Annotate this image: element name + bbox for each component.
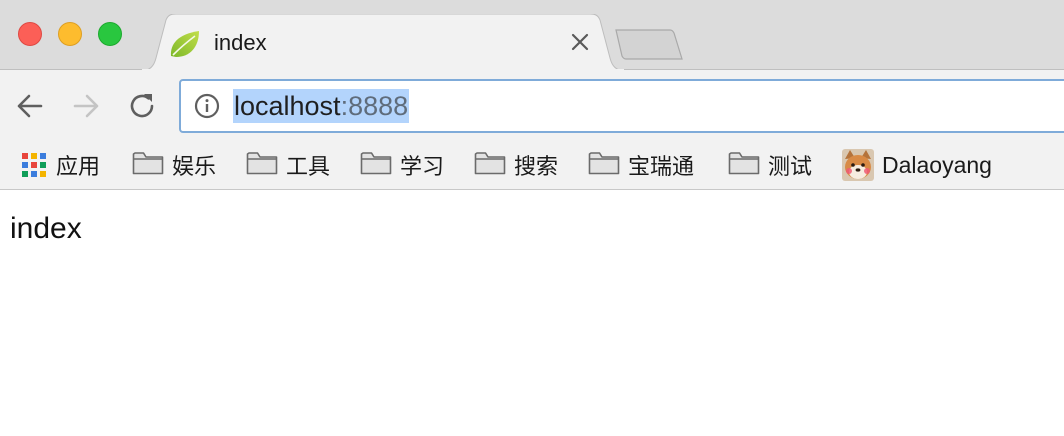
- bookmarks-bar: 应用 娱乐 工具 学习 搜索 宝瑞通 测试 Dalaoyang: [0, 142, 1064, 190]
- folder-icon: [588, 150, 620, 181]
- folder-icon: [474, 150, 506, 181]
- bookmark-label: 宝瑞通: [628, 155, 695, 180]
- bookmark-label: 工具: [286, 155, 331, 180]
- bookmark-folder-baoruitong[interactable]: 宝瑞通: [588, 147, 694, 183]
- url-text[interactable]: localhost:8888: [233, 89, 410, 123]
- window-close-button[interactable]: [18, 22, 42, 46]
- bookmark-dalaoyang[interactable]: Dalaoyang: [842, 147, 992, 183]
- bookmark-folder-sousuo[interactable]: 搜索: [474, 147, 558, 183]
- bookmark-folder-yule[interactable]: 娱乐: [132, 147, 216, 183]
- bookmark-label: 测试: [768, 155, 813, 180]
- tab-strip: index: [0, 0, 1064, 71]
- bookmark-apps[interactable]: 应用: [20, 147, 100, 183]
- apps-grid-icon: [20, 151, 48, 179]
- close-icon[interactable]: [568, 30, 592, 54]
- tab-background: [140, 14, 626, 71]
- url-port: :8888: [340, 91, 409, 121]
- window-maximize-button[interactable]: [98, 22, 122, 46]
- info-icon[interactable]: [194, 93, 220, 119]
- shiba-avatar-icon: [842, 149, 874, 181]
- toolbar: localhost:8888: [0, 70, 1064, 142]
- folder-icon: [728, 150, 760, 181]
- address-bar[interactable]: localhost:8888: [179, 79, 1064, 133]
- folder-icon: [360, 150, 392, 181]
- bookmark-label: 娱乐: [172, 155, 217, 180]
- bookmark-label: Dalaoyang: [882, 151, 992, 178]
- bookmark-label: 搜索: [514, 155, 559, 180]
- forward-arrow-icon[interactable]: [70, 90, 102, 122]
- back-arrow-icon[interactable]: [14, 90, 46, 122]
- bookmark-folder-gongju[interactable]: 工具: [246, 147, 330, 183]
- browser-window: index localhost:8888 应用 娱乐 工具 学习 搜索 宝瑞通 …: [0, 0, 1064, 436]
- bookmark-folder-xuexi[interactable]: 学习: [360, 147, 444, 183]
- url-host: localhost: [234, 91, 341, 121]
- folder-icon: [132, 150, 164, 181]
- bookmark-label: 应用: [56, 155, 101, 180]
- spring-leaf-icon: [168, 29, 202, 59]
- tab-index[interactable]: index: [140, 14, 626, 71]
- bookmark-folder-ceshi[interactable]: 测试: [728, 147, 812, 183]
- reload-icon[interactable]: [126, 90, 158, 122]
- window-minimize-button[interactable]: [58, 22, 82, 46]
- folder-icon: [246, 150, 278, 181]
- tab-title: index: [214, 30, 267, 55]
- bookmark-label: 学习: [400, 155, 445, 180]
- page-body-text: index: [10, 212, 82, 245]
- page-content: index: [0, 190, 1064, 436]
- new-tab-icon[interactable]: [614, 28, 684, 62]
